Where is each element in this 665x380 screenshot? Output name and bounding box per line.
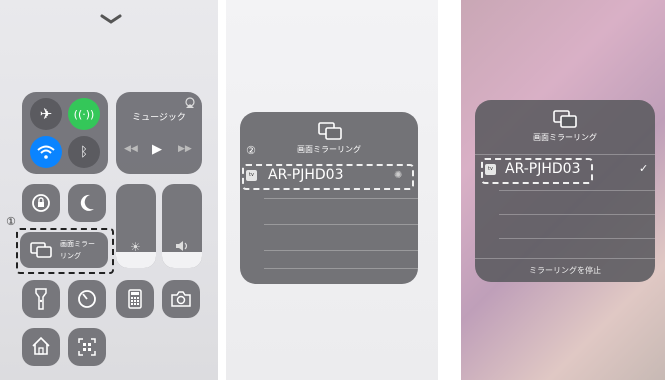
calculator-button[interactable] [116,280,154,318]
divider [264,224,418,225]
brightness-slider[interactable]: ☀ [116,184,156,268]
appletv-icon: tv [246,170,257,181]
music-panel: ミュージック ◀◀ ▶ ▶▶ [116,92,202,174]
mirroring-label-line2: リング [60,252,81,260]
rotation-lock-icon [32,194,50,212]
divider [475,154,655,155]
chevron-down-icon[interactable] [100,14,122,24]
control-center-panel: ✈ ((·)) ᛒ ミュージック ◀◀ ▶ ▶▶ ☀ ① 画面ミラー リング [0,0,218,380]
divider [499,238,655,239]
loading-spinner-icon: ✺ [394,170,403,181]
brightness-fill [116,252,156,268]
device-row[interactable]: tv AR-PJHD03 ✓ [483,160,651,180]
play-button[interactable]: ▶ [152,142,162,157]
camera-icon [171,291,191,307]
qr-code-icon [78,338,96,356]
device-row[interactable]: tv AR-PJHD03 ✺ [244,166,412,186]
camera-button[interactable] [162,280,200,318]
stop-mirroring-button[interactable]: ミラーリングを停止 [475,265,655,276]
connectivity-panel: ✈ ((·)) ᛒ [22,92,108,174]
screen-mirroring-button[interactable]: 画面ミラー リング [20,232,108,268]
qr-scanner-button[interactable] [68,328,106,366]
dialog-title: 画面ミラーリング [297,145,361,154]
checkmark-icon: ✓ [639,162,649,175]
timer-icon [78,290,96,308]
screen-mirroring-icon [30,242,52,258]
mirroring-dialog: 画面ミラーリング tv AR-PJHD03 ✓ ミラーリングを停止 [475,100,655,282]
speaker-icon [176,241,188,251]
divider [264,198,418,199]
wifi-icon[interactable] [30,136,62,168]
mirroring-connected-panel: 画面ミラーリング tv AR-PJHD03 ✓ ミラーリングを停止 [461,0,665,380]
appletv-icon: tv [485,164,496,175]
divider [499,214,655,215]
screen-mirroring-icon [318,122,342,140]
screen-mirroring-icon [553,110,577,128]
volume-slider[interactable] [162,184,202,268]
mirroring-select-panel: 画面ミラーリング ② tv AR-PJHD03 ✺ [226,0,438,380]
timer-button[interactable] [68,280,106,318]
dialog-title: 画面ミラーリング [533,133,597,142]
step-number-2: ② [246,144,256,157]
divider [264,268,418,269]
bluetooth-icon[interactable]: ᛒ [68,136,100,168]
cellular-icon[interactable]: ((·)) [68,98,100,130]
volume-fill [162,252,202,268]
device-name: AR-PJHD03 [505,161,581,177]
calculator-icon [128,289,142,309]
mirroring-dialog: 画面ミラーリング ② tv AR-PJHD03 ✺ [240,112,418,284]
music-title: ミュージック [132,113,186,123]
flashlight-icon [35,288,47,310]
airplay-icon[interactable] [184,97,196,109]
divider [264,250,418,251]
next-track-button[interactable]: ▶▶ [178,144,192,154]
step-number-1: ① [6,215,16,228]
home-icon [32,336,50,355]
mirroring-label-line1: 画面ミラー [60,240,95,248]
previous-track-button[interactable]: ◀◀ [124,144,138,154]
rotation-lock-button[interactable] [22,184,60,222]
moon-icon [80,194,94,211]
sun-icon: ☀ [130,240,141,254]
flashlight-button[interactable] [22,280,60,318]
device-name: AR-PJHD03 [268,167,344,183]
home-button[interactable] [22,328,60,366]
divider [499,190,655,191]
do-not-disturb-button[interactable] [68,184,106,222]
divider [475,258,655,259]
airplane-icon[interactable]: ✈ [30,98,62,130]
